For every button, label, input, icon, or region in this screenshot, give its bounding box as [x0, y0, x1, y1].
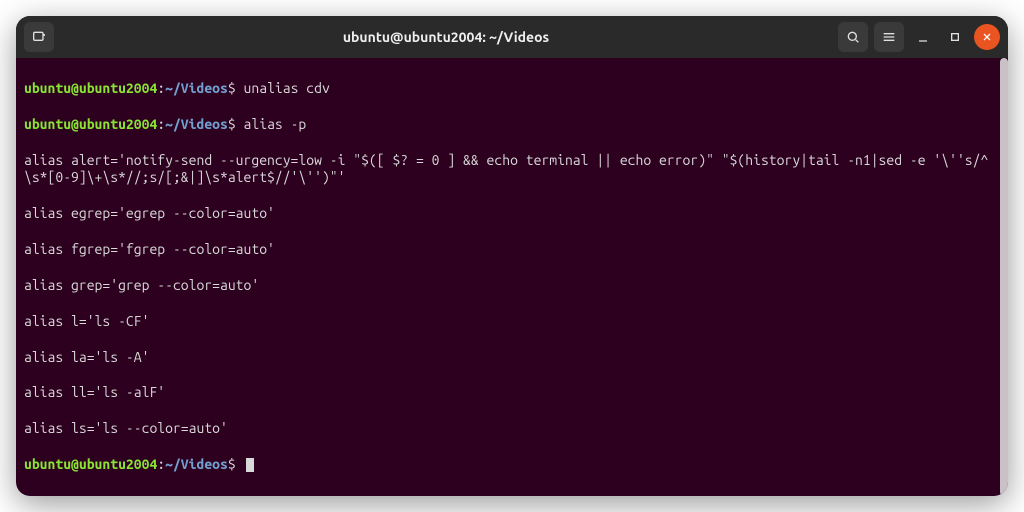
output-line: alias la='ls -A' [24, 349, 1000, 367]
hamburger-icon [881, 29, 897, 45]
terminal-body[interactable]: ubuntu@ubuntu2004:~/Videos$ unalias cdv … [16, 58, 1008, 496]
minimize-icon [915, 29, 931, 45]
prompt-path: ~/Videos [165, 80, 228, 96]
new-tab-icon [31, 29, 47, 45]
titlebar[interactable]: ubuntu@ubuntu2004: ~/Videos [16, 16, 1008, 58]
new-tab-button[interactable] [24, 22, 54, 52]
output-line: alias egrep='egrep --color=auto' [24, 205, 1000, 223]
terminal-window: ubuntu@ubuntu2004: ~/Videos [16, 16, 1008, 496]
close-icon [981, 31, 993, 43]
output-line: alias grep='grep --color=auto' [24, 277, 1000, 295]
search-button[interactable] [838, 22, 868, 52]
output-line: alias ll='ls -alF' [24, 384, 1000, 402]
scrollbar[interactable] [1000, 58, 1008, 496]
command-1: unalias cdv [244, 80, 330, 96]
output-line: alias ls='ls --color=auto' [24, 420, 1000, 438]
maximize-icon [947, 29, 963, 45]
output-line: alias fgrep='fgrep --color=auto' [24, 241, 1000, 259]
minimize-button[interactable] [910, 24, 936, 50]
output-line: alias l='ls -CF' [24, 313, 1000, 331]
close-button[interactable] [974, 24, 1000, 50]
output-line: alias alert='notify-send --urgency=low -… [24, 152, 1000, 188]
window-title: ubuntu@ubuntu2004: ~/Videos [343, 29, 549, 45]
menu-button[interactable] [874, 22, 904, 52]
maximize-button[interactable] [942, 24, 968, 50]
search-icon [845, 29, 861, 45]
cursor [246, 458, 254, 472]
prompt-user: ubuntu@ubuntu2004 [24, 80, 157, 96]
command-2: alias -p [244, 116, 307, 132]
